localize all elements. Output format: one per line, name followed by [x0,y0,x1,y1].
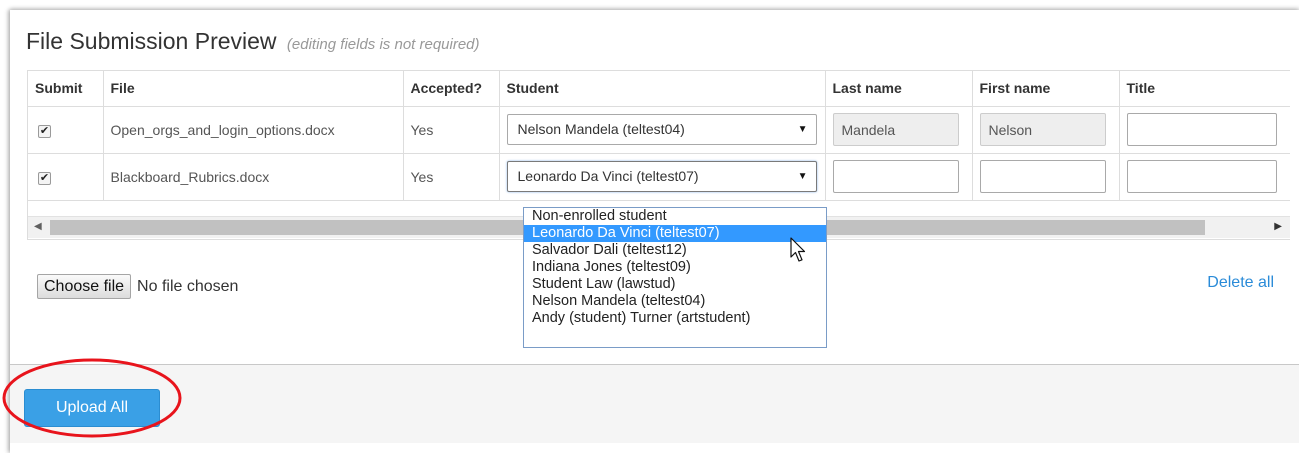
submit-cell: ✔ [28,105,104,154]
column-header-first-name: First name [971,71,1120,107]
table-row: ✔ Open_orgs_and_login_options.docx Yes N… [28,105,1290,154]
student-select-value: Leonardo Da Vinci (teltest07) [517,168,699,184]
choose-file-button[interactable]: Choose file [37,274,132,299]
dropdown-option[interactable]: Non-enrolled student [524,208,826,225]
accepted-status: Yes [402,152,500,201]
table-header-row: Submit File Accepted? Student Last name … [28,71,1290,107]
student-dropdown-list: Non-enrolled student Leonardo Da Vinci (… [523,207,827,348]
last-name-field[interactable] [832,113,959,146]
table-row: ✔ Blackboard_Rubrics.docx Yes Leonardo D… [28,152,1290,201]
dropdown-option[interactable]: Andy (student) Turner (artstudent) [524,310,826,327]
checkmark-icon[interactable]: ✔ [38,125,51,138]
accepted-status: Yes [402,105,500,154]
first-name-cell [971,105,1120,154]
column-header-accepted: Accepted? [402,71,500,107]
page-title-text: File Submission Preview [26,28,277,54]
scroll-right-arrow-icon[interactable]: ▶ [1274,221,1282,232]
last-name-cell [824,105,973,154]
file-status-text: No file chosen [137,277,239,295]
student-cell: Leonardo Da Vinci (teltest07) ▼ [498,152,826,201]
checkmark-icon[interactable]: ✔ [38,172,51,185]
student-select[interactable]: Nelson Mandela (teltest04) ▼ [506,114,817,145]
student-select[interactable]: Leonardo Da Vinci (teltest07) ▼ [506,161,817,192]
column-header-file: File [102,71,404,107]
first-name-field[interactable] [979,113,1106,146]
dropdown-option[interactable]: Salvador Dali (teltest12) [524,242,826,259]
dropdown-option[interactable]: Student Law (lawstud) [524,276,826,293]
page-title: File Submission Preview (editing fields … [26,28,480,55]
column-header-last-name: Last name [824,71,973,107]
column-header-title: Title [1118,71,1290,107]
dropdown-option[interactable]: Nelson Mandela (teltest04) [524,293,826,310]
caret-down-icon: ▼ [797,124,808,135]
title-cell [1118,152,1290,201]
caret-down-icon: ▼ [797,171,808,182]
scroll-left-arrow-icon[interactable]: ◀ [34,221,42,232]
file-name-cell: Blackboard_Rubrics.docx [102,152,404,201]
submit-cell: ✔ [28,152,104,201]
title-cell [1118,105,1290,154]
title-field[interactable] [1126,160,1277,193]
first-name-cell [971,152,1120,201]
column-header-submit: Submit [28,71,104,107]
last-name-field[interactable] [832,160,959,193]
page-subtitle: (editing fields is not required) [286,36,480,53]
file-chooser: Choose file No file chosen [37,274,238,299]
title-field[interactable] [1126,113,1277,146]
file-name-cell: Open_orgs_and_login_options.docx [102,105,404,154]
file-preview-table: Submit File Accepted? Student Last name … [28,71,1290,201]
delete-all-link[interactable]: Delete all [1207,274,1274,292]
dropdown-option[interactable]: Indiana Jones (teltest09) [524,259,826,276]
dropdown-option-selected[interactable]: Leonardo Da Vinci (teltest07) [524,225,826,242]
highlight-ring [2,358,182,438]
panel-footer [10,364,1299,443]
column-header-student: Student [498,71,826,107]
mouse-pointer-icon [790,237,806,262]
student-cell: Nelson Mandela (teltest04) ▼ [498,105,826,154]
last-name-cell [824,152,973,201]
first-name-field[interactable] [979,160,1106,193]
student-select-value: Nelson Mandela (teltest04) [517,121,685,137]
